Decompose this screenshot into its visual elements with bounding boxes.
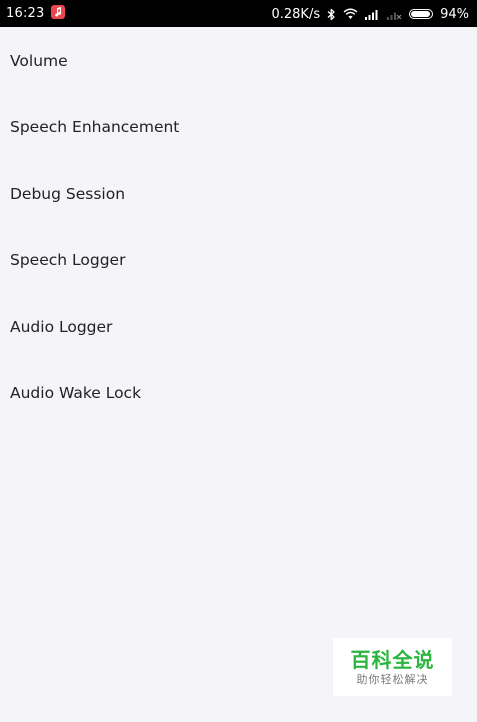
app-notification-icon [51, 5, 65, 19]
menu-item-audio-wake-lock[interactable]: Audio Wake Lock [0, 360, 477, 427]
no-sim-signal-icon [387, 9, 402, 20]
status-bar: 16:23 0.28K/s 94% [0, 0, 477, 27]
status-time: 16:23 [6, 6, 45, 21]
menu-item-debug-session[interactable]: Debug Session [0, 161, 477, 228]
menu-item-speech-logger[interactable]: Speech Logger [0, 227, 477, 294]
wifi-icon [343, 8, 358, 20]
menu-item-label: Speech Logger [10, 251, 126, 270]
battery-percent: 94% [440, 6, 469, 22]
watermark-title: 百科全说 [350, 648, 435, 672]
menu-item-label: Audio Logger [10, 317, 113, 336]
watermark-logo: 百科全说 助你轻松解决 [333, 638, 452, 696]
status-right-group: 0.28K/s 94% [271, 6, 469, 22]
bluetooth-icon [327, 8, 336, 21]
menu-item-speech-enhancement[interactable]: Speech Enhancement [0, 94, 477, 161]
menu-item-label: Audio Wake Lock [10, 384, 142, 403]
network-speed: 0.28K/s [271, 6, 321, 22]
menu-item-label: Volume [10, 51, 68, 70]
menu-item-label: Debug Session [10, 184, 126, 203]
battery-fill [411, 11, 430, 17]
menu-item-audio-logger[interactable]: Audio Logger [0, 294, 477, 361]
battery-icon [409, 9, 434, 19]
signal-icon [365, 9, 380, 20]
menu-item-volume[interactable]: Volume [0, 27, 477, 94]
watermark-subtitle: 助你轻松解决 [356, 673, 429, 686]
menu-item-label: Speech Enhancement [10, 118, 180, 137]
settings-menu-list: Volume Speech Enhancement Debug Session … [0, 27, 477, 427]
